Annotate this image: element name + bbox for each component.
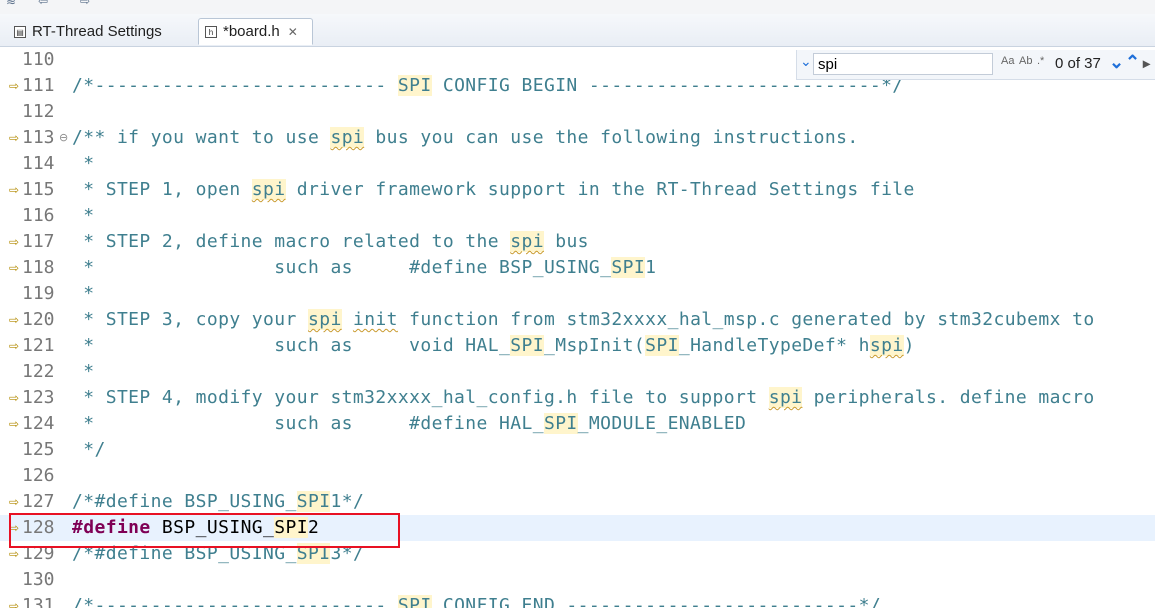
previous-match-icon[interactable]: ⌃ xyxy=(1125,52,1140,73)
code-text: * xyxy=(72,283,95,304)
line-number: 127 xyxy=(22,491,55,512)
code-text: * xyxy=(72,361,95,382)
code-text: /*#define BSP_USING_SPI1*/ xyxy=(72,491,365,512)
line-number: 130 xyxy=(22,569,55,590)
line-number: 119 xyxy=(22,283,55,304)
line-number: 125 xyxy=(22,439,55,460)
code-line[interactable]: ⇨ 121 * such as void HAL_SPI_MspInit(SPI_… xyxy=(0,333,1155,359)
change-marker-icon: ⇨ xyxy=(9,183,20,197)
line-number: 114 xyxy=(22,153,55,174)
tab-board-h[interactable]: h *board.h ✕ xyxy=(198,18,313,45)
line-number: 115 xyxy=(22,179,55,200)
tab-rt-thread-settings[interactable]: ▤ RT-Thread Settings xyxy=(8,18,196,45)
change-marker-icon: ⇨ xyxy=(9,495,20,509)
change-marker-icon: ⇨ xyxy=(9,235,20,249)
forward-icon[interactable]: ⇨ xyxy=(80,0,94,8)
code-text: * such as #define HAL_SPI_MODULE_ENABLED xyxy=(72,413,747,434)
close-icon[interactable]: ✕ xyxy=(288,25,298,39)
code-line[interactable]: 122 * xyxy=(0,359,1155,385)
change-marker-icon: ⇨ xyxy=(9,313,20,327)
change-marker-icon: ⇨ xyxy=(9,339,20,353)
code-text: /*-------------------------- SPI CONFIG … xyxy=(72,75,904,96)
change-marker-icon: ⇨ xyxy=(9,391,20,405)
line-number: 131 xyxy=(22,595,55,608)
code-text: * STEP 1, open spi driver framework supp… xyxy=(72,179,915,200)
find-input[interactable] xyxy=(813,53,993,75)
layers-icon[interactable]: ≋ xyxy=(6,0,20,8)
line-number: 122 xyxy=(22,361,55,382)
code-line[interactable]: ⇨ 123 * STEP 4, modify your stm32xxxx_hal… xyxy=(0,385,1155,411)
line-number: 120 xyxy=(22,309,55,330)
code-line[interactable]: ⇨ 113 ⊖/** if you want to use spi bus you … xyxy=(0,125,1155,151)
line-number: 116 xyxy=(22,205,55,226)
change-marker-icon: ⇨ xyxy=(9,79,20,93)
code-line[interactable]: ⇨ 131 /*-------------------------- SPI CON… xyxy=(0,593,1155,608)
find-bar: ⌄ Aa Ab .* 0 of 37 ⌄ ⌃ ▸ xyxy=(796,50,1155,80)
code-line[interactable]: ⇨ 120 * STEP 3, copy your spi init functi… xyxy=(0,307,1155,333)
code-text: * such as void HAL_SPI_MspInit(SPI_Handl… xyxy=(72,335,915,356)
next-match-icon[interactable]: ⌄ xyxy=(1109,52,1124,73)
header-file-icon: h xyxy=(205,25,217,38)
code-line[interactable]: 126 xyxy=(0,463,1155,489)
code-line[interactable]: ⇨ 117 * STEP 2, define macro related to t… xyxy=(0,229,1155,255)
code-line[interactable]: 114 * xyxy=(0,151,1155,177)
line-number: 113 xyxy=(22,127,55,148)
editor-tab-bar: ▤ RT-Thread Settings h *board.h ✕ xyxy=(0,14,1155,47)
code-line[interactable]: 112 xyxy=(0,99,1155,125)
tab-label: RT-Thread Settings xyxy=(32,23,162,40)
fold-icon[interactable]: ⊖ xyxy=(59,125,68,151)
change-marker-icon: ⇨ xyxy=(9,131,20,145)
code-line[interactable]: 116 * xyxy=(0,203,1155,229)
line-number: 124 xyxy=(22,413,55,434)
code-text: * STEP 2, define macro related to the sp… xyxy=(72,231,589,252)
find-options-icon[interactable]: ▸ xyxy=(1143,55,1150,72)
line-number: 110 xyxy=(22,49,55,70)
settings-file-icon: ▤ xyxy=(14,25,26,38)
code-line[interactable]: ⇨ 124 * such as #define HAL_SPI_MODULE_EN… xyxy=(0,411,1155,437)
match-case-icon[interactable]: Aa xyxy=(1001,55,1014,67)
code-line[interactable]: 125 */ xyxy=(0,437,1155,463)
code-line[interactable]: ⇨ 118 * such as #define BSP_USING_SPI1 xyxy=(0,255,1155,281)
code-text: * STEP 3, copy your spi init function fr… xyxy=(72,309,1095,330)
whole-word-icon[interactable]: Ab xyxy=(1019,55,1032,67)
toolbar: ≋ ⇦ ⇨ xyxy=(0,0,1155,14)
change-marker-icon: ⇨ xyxy=(9,599,20,608)
regex-icon[interactable]: .* xyxy=(1037,55,1044,67)
line-number: 112 xyxy=(22,101,55,122)
code-text: * STEP 4, modify your stm32xxxx_hal_conf… xyxy=(72,387,1095,408)
line-number: 118 xyxy=(22,257,55,278)
back-icon[interactable]: ⇦ xyxy=(38,0,52,8)
code-text: /** if you want to use spi bus you can u… xyxy=(72,127,859,148)
code-text: * xyxy=(72,153,95,174)
line-number: 117 xyxy=(22,231,55,252)
code-text: * such as #define BSP_USING_SPI1 xyxy=(72,257,657,278)
code-text: */ xyxy=(72,439,106,460)
chevron-down-icon[interactable]: ⌄ xyxy=(800,53,812,70)
line-number: 111 xyxy=(22,75,55,96)
change-marker-icon: ⇨ xyxy=(9,417,20,431)
code-line[interactable]: ⇨ 115 * STEP 1, open spi driver framework… xyxy=(0,177,1155,203)
line-number: 121 xyxy=(22,335,55,356)
line-number: 126 xyxy=(22,465,55,486)
change-marker-icon: ⇨ xyxy=(9,261,20,275)
code-line[interactable]: 119 * xyxy=(0,281,1155,307)
code-text: * xyxy=(72,205,95,226)
tab-label: *board.h xyxy=(223,23,280,40)
code-line[interactable]: ⇨ 127 /*#define BSP_USING_SPI1*/ xyxy=(0,489,1155,515)
line-number: 123 xyxy=(22,387,55,408)
code-text: /*-------------------------- SPI CONFIG … xyxy=(72,593,881,608)
match-count: 0 of 37 xyxy=(1055,55,1101,72)
code-line[interactable]: 130 xyxy=(0,567,1155,593)
highlight-callout xyxy=(9,513,400,548)
